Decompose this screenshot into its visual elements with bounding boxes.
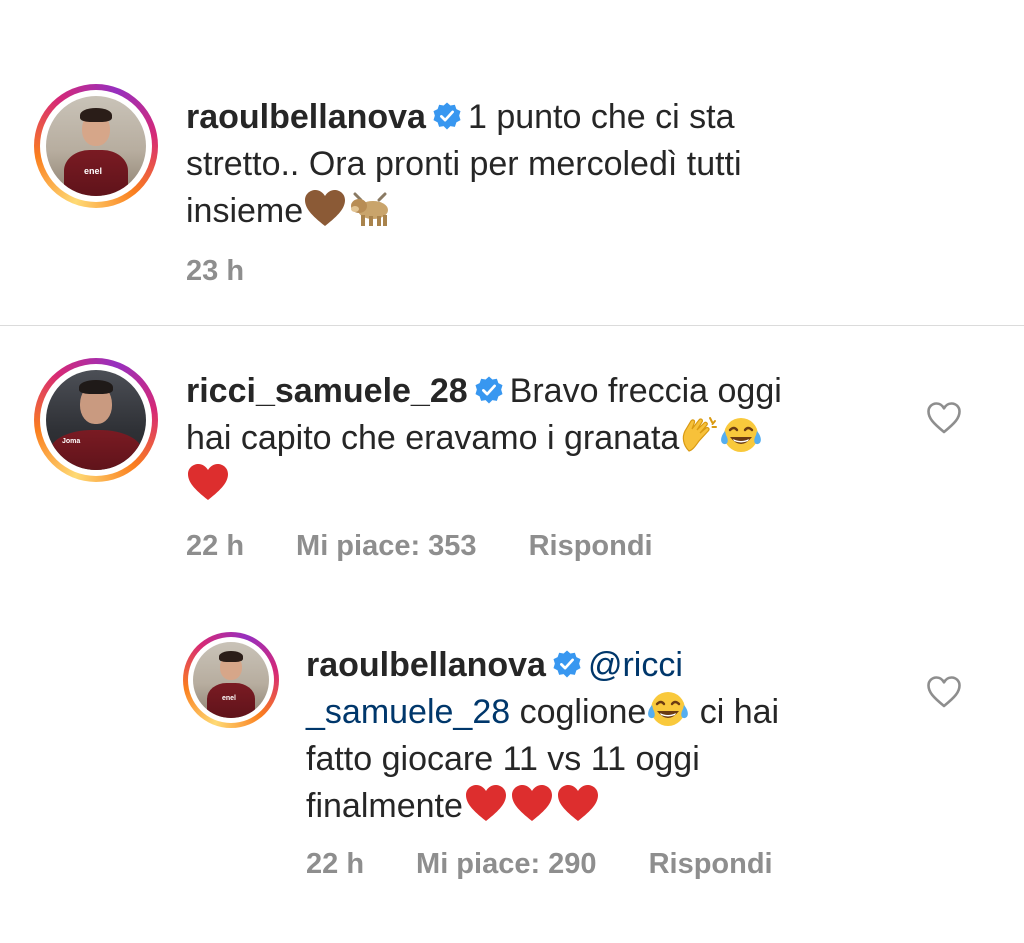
verified-badge-icon	[475, 376, 503, 404]
tears-of-joy-icon	[721, 418, 762, 452]
comment-text: ricci_samuele_28 Bravo freccia oggi hai c…	[186, 368, 906, 509]
comment-text-line-3: fatto giocare 11 vs 11 oggi	[306, 740, 700, 778]
comment-time: 23 h	[186, 255, 245, 287]
red-heart-icon	[511, 785, 552, 821]
comment-text: raoulbellanova 1 punto che ci sta stretto…	[186, 94, 906, 235]
verified-badge-icon	[433, 102, 461, 130]
mention-link-continued[interactable]: _samuele_28	[306, 693, 510, 731]
comment-text-line-1: 1 punto che ci sta	[467, 98, 735, 136]
brown-heart-icon	[305, 190, 346, 226]
reply-button[interactable]: Rispondi	[529, 530, 653, 562]
comment-meta: 22 h Mi piace: 353 Rispondi	[186, 530, 653, 563]
comment-text-line-2: hai capito che eravamo i granata	[186, 419, 680, 457]
mention-link[interactable]: @ricci	[588, 646, 683, 684]
reply-button[interactable]: Rispondi	[649, 848, 773, 880]
clapping-hands-icon	[683, 417, 718, 452]
ox-icon	[351, 192, 389, 226]
comment-text: raoulbellanova @ricci _samuele_28 coglion…	[306, 642, 906, 830]
avatar-photo: enel	[46, 96, 146, 196]
avatar-ricci-samuele-28[interactable]: Joma	[34, 358, 158, 482]
likes-count[interactable]: Mi piace: 290	[416, 848, 597, 880]
username[interactable]: raoulbellanova	[186, 98, 426, 136]
likes-count[interactable]: Mi piace: 353	[296, 530, 477, 562]
username[interactable]: raoulbellanova	[306, 646, 546, 684]
tears-of-joy-icon	[648, 692, 689, 726]
comment-3-reply: enel raoulbellanova @ricci _samuele_28 co…	[0, 606, 1024, 943]
like-heart-icon[interactable]	[926, 675, 962, 709]
avatar-photo: enel	[193, 642, 269, 718]
comment-time: 22 h	[186, 530, 245, 562]
comment-text-line-4: finalmente	[306, 787, 463, 825]
comment-1: enel raoulbellanova 1 punto che ci sta st…	[0, 0, 1024, 325]
red-heart-icon	[188, 464, 228, 500]
comment-text-line-1: coglione	[519, 693, 647, 731]
verified-badge-icon	[553, 650, 581, 678]
comment-2: Joma ricci_samuele_28 Bravo freccia oggi …	[0, 326, 1024, 606]
username[interactable]: ricci_samuele_28	[186, 372, 468, 410]
like-heart-icon[interactable]	[926, 401, 962, 435]
avatar-raoulbellanova[interactable]: enel	[183, 632, 279, 728]
red-heart-icon	[557, 785, 598, 821]
comment-time: 22 h	[306, 848, 365, 880]
comment-text-line-1: Bravo freccia oggi	[509, 372, 782, 410]
avatar-raoulbellanova[interactable]: enel	[34, 84, 158, 208]
comment-text-line-2: ci hai	[699, 693, 780, 731]
red-heart-icon	[465, 785, 506, 821]
avatar-photo: Joma	[46, 370, 146, 470]
comment-text-line-2: stretto.. Ora pronti per mercoledì tutti	[186, 145, 742, 183]
comment-meta: 23 h	[186, 255, 296, 288]
comment-meta: 22 h Mi piace: 290 Rispondi	[306, 848, 773, 881]
comment-text-line-3: insieme	[186, 192, 304, 230]
